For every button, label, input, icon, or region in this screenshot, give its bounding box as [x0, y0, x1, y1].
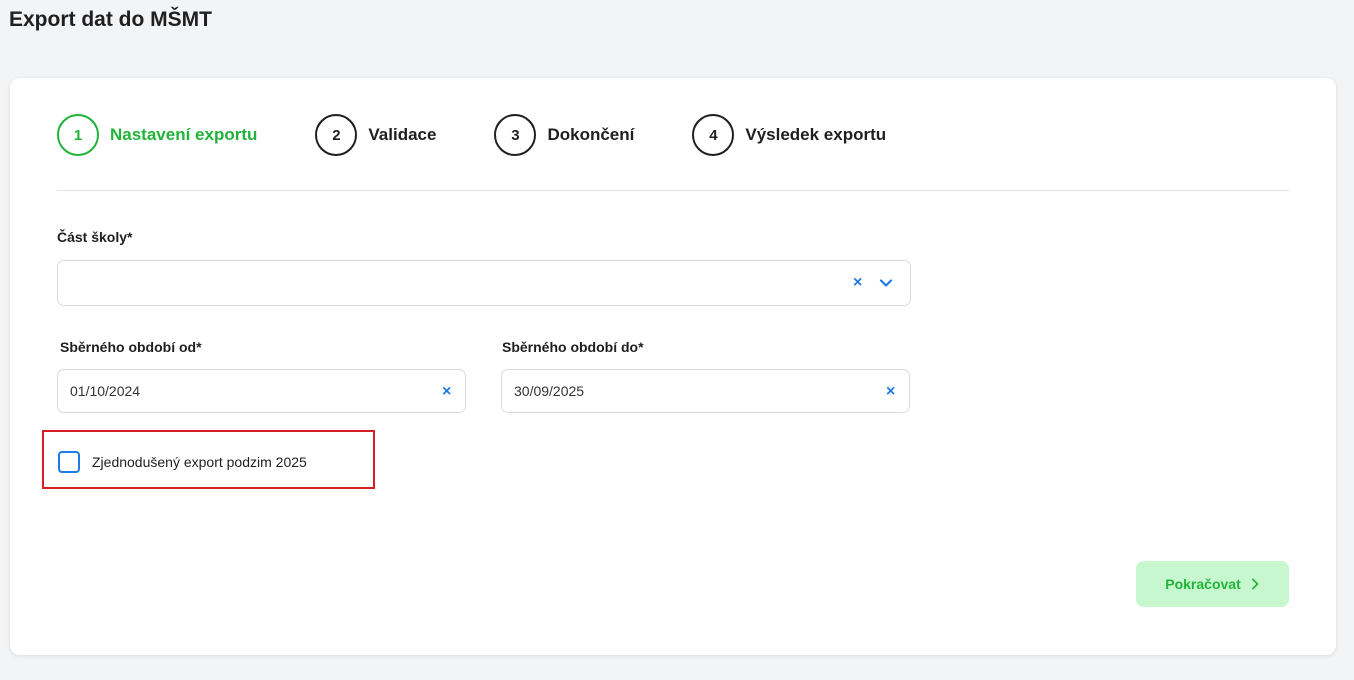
school-part-label: Část školy*: [57, 229, 133, 245]
chevron-right-icon: [1251, 578, 1259, 590]
step-number: 2: [315, 114, 358, 156]
step-number: 1: [57, 114, 99, 156]
simplified-export-label[interactable]: Zjednodušený export podzim 2025: [92, 454, 307, 470]
step-label: Nastavení exportu: [110, 125, 258, 144]
close-icon[interactable]: ×: [886, 384, 895, 400]
period-to-input[interactable]: [514, 383, 814, 399]
period-from-label: Sběrného období od*: [60, 339, 202, 355]
step-label: Validace: [368, 125, 437, 144]
stepper: 1 Nastavení exportu 2 Validace 3 Dokonče…: [57, 114, 886, 156]
period-from-field[interactable]: ×: [57, 369, 466, 413]
period-from-input[interactable]: [70, 383, 370, 399]
step-number: 3: [494, 114, 537, 156]
continue-label: Pokračovat: [1165, 576, 1241, 592]
close-icon[interactable]: ×: [853, 275, 862, 291]
continue-button[interactable]: Pokračovat: [1136, 561, 1289, 607]
divider: [57, 190, 1289, 191]
step-validation[interactable]: 2 Validace: [315, 114, 436, 156]
school-part-select[interactable]: ×: [57, 260, 911, 306]
close-icon[interactable]: ×: [442, 384, 451, 400]
period-to-field[interactable]: ×: [501, 369, 910, 413]
step-label: Dokončení: [547, 125, 635, 144]
step-number: 4: [692, 114, 735, 156]
step-completion[interactable]: 3 Dokončení: [494, 114, 634, 156]
step-result[interactable]: 4 Výsledek exportu: [692, 114, 886, 156]
period-to-label: Sběrného období do*: [502, 339, 644, 355]
simplified-export-checkbox[interactable]: [58, 451, 80, 473]
export-card: 1 Nastavení exportu 2 Validace 3 Dokonče…: [10, 78, 1336, 655]
step-settings[interactable]: 1 Nastavení exportu: [57, 114, 257, 156]
step-label: Výsledek exportu: [745, 125, 887, 144]
page-title: Export dat do MŠMT: [9, 8, 212, 31]
chevron-down-icon[interactable]: [878, 275, 894, 291]
